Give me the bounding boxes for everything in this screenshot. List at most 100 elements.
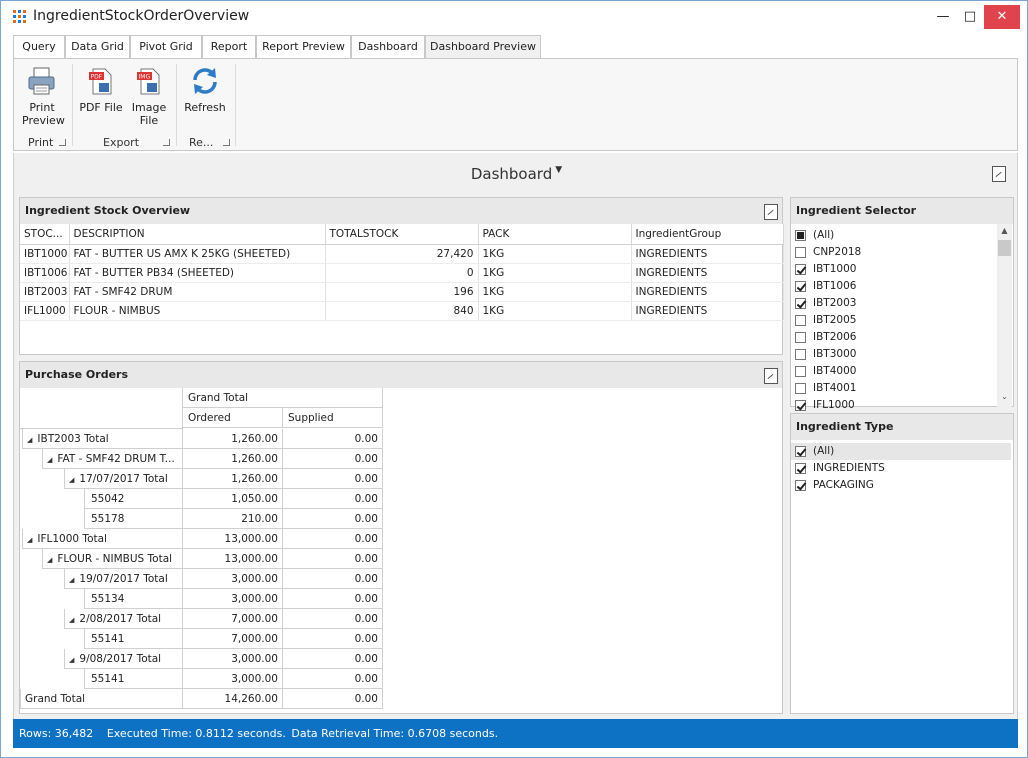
ingredient-type-item-label: INGREDIENTS	[813, 462, 885, 474]
collapse-icon[interactable]: ◢	[69, 570, 74, 588]
pivot-row-group-header[interactable]: ◢ 19/07/2017 Total	[64, 569, 183, 589]
print-group-launcher-icon[interactable]	[59, 139, 66, 146]
cell-pack: 1KG	[478, 263, 632, 283]
ingredient-selector-item-label: IBT3000	[813, 348, 857, 360]
ingredient-selector-item[interactable]: IBT1000	[795, 261, 995, 278]
checkbox[interactable]	[795, 315, 806, 326]
ingredient-type-item[interactable]: INGREDIENTS	[795, 460, 995, 477]
status-executed-time: Executed Time: 0.8112 seconds.	[106, 727, 286, 740]
ingredient-selector-item[interactable]: IBT4001	[795, 380, 995, 397]
scroll-down-icon[interactable]: ⌄	[997, 390, 1012, 404]
svg-text:PDF: PDF	[91, 74, 103, 81]
pivot-row-group-header[interactable]: ◢ 2/08/2017 Total	[64, 609, 183, 629]
pivot-row-group-header[interactable]: ◢ FAT - SMF42 DRUM T...	[42, 449, 183, 469]
ingredient-selector-item[interactable]: IBT2005	[795, 312, 995, 329]
collapse-icon[interactable]: ◢	[69, 470, 74, 488]
column-header-ingredientgroup[interactable]: IngredientGroup	[631, 224, 784, 245]
tab-pivot-grid[interactable]: Pivot Grid	[130, 35, 202, 58]
collapse-icon[interactable]: ◢	[69, 610, 74, 628]
tab-report-preview[interactable]: Report Preview	[256, 35, 351, 58]
ingredient-selector-item[interactable]: IFL1000	[795, 397, 995, 414]
tab-report[interactable]: Report	[202, 35, 256, 58]
tab-query[interactable]: Query	[13, 35, 65, 58]
export-group-launcher-icon[interactable]	[163, 139, 170, 146]
checkbox[interactable]	[795, 247, 806, 258]
ingredient-selector-item[interactable]: IBT3000	[795, 346, 995, 363]
pivot-ordered-header[interactable]: Ordered	[182, 408, 283, 428]
purchase-orders-export-icon[interactable]	[764, 368, 778, 384]
pivot-row-header: Grand Total	[20, 689, 183, 709]
ingredient-selector-item[interactable]: IBT1006	[795, 278, 995, 295]
pivot-row-group-header[interactable]: ◢ FLOUR - NIMBUS Total	[42, 549, 183, 569]
title-bar: IngredientStockOrderOverview — □ ✕	[1, 1, 1027, 33]
ingredient-selector-item[interactable]: IBT2006	[795, 329, 995, 346]
table-row[interactable]: IBT1000 FAT - BUTTER US AMX K 25KG (SHEE…	[20, 244, 784, 264]
ingredient-selector-item[interactable]: CNP2018	[795, 244, 995, 261]
column-header-description[interactable]: DESCRIPTION	[69, 224, 326, 245]
collapse-icon[interactable]: ◢	[47, 450, 52, 468]
pdf-file-button[interactable]: PDF PDF File	[78, 65, 124, 114]
tab-dashboard[interactable]: Dashboard	[351, 35, 425, 58]
ingredient-selector-item-label: IBT2003	[813, 297, 857, 309]
scroll-thumb[interactable]	[998, 240, 1011, 256]
pivot-grand-total-header[interactable]: Grand Total	[182, 388, 383, 408]
table-row[interactable]: IFL1000 FLOUR - NIMBUS 840 1KG INGREDIEN…	[20, 301, 784, 321]
collapse-icon[interactable]: ◢	[27, 430, 32, 448]
app-window: IngredientStockOrderOverview — □ ✕ Query…	[0, 0, 1028, 758]
checkbox[interactable]	[795, 400, 806, 411]
stock-overview-export-icon[interactable]	[764, 204, 778, 220]
cell-ingredient-group: INGREDIENTS	[631, 244, 784, 264]
column-header-totalstock[interactable]: TOTALSTOCK	[325, 224, 479, 245]
pivot-cell-ordered: 1,260.00	[182, 449, 283, 469]
pivot-row-group-header[interactable]: ◢ IFL1000 Total	[22, 529, 183, 549]
pivot-row-header: 55134	[84, 589, 183, 609]
ingredient-selector-item[interactable]: (All)	[795, 227, 995, 244]
pivot-row-group-header[interactable]: ◢ 9/08/2017 Total	[64, 649, 183, 669]
refresh-button[interactable]: Refresh	[182, 65, 228, 114]
checkbox[interactable]	[795, 366, 806, 377]
ingredient-type-item[interactable]: PACKAGING	[795, 477, 995, 494]
pivot-cell-ordered: 7,000.00	[182, 629, 283, 649]
checkbox[interactable]	[795, 480, 806, 491]
collapse-icon[interactable]: ◢	[27, 530, 32, 548]
filter-icon[interactable]: ▼	[555, 165, 562, 175]
collapse-icon[interactable]: ◢	[47, 550, 52, 568]
tab-data-grid[interactable]: Data Grid	[65, 35, 130, 58]
pivot-cell-supplied: 0.00	[283, 649, 383, 669]
status-rows: Rows: 36,482	[19, 727, 94, 740]
tab-dashboard-preview[interactable]: Dashboard Preview	[425, 35, 541, 59]
checkbox[interactable]	[795, 298, 806, 309]
pivot-supplied-header[interactable]: Supplied	[282, 408, 383, 428]
image-file-button[interactable]: IMG Image File	[128, 65, 170, 127]
pivot-row-label: FLOUR - NIMBUS Total	[57, 553, 173, 565]
ingredient-selector-scrollbar[interactable]: ▲ ⌄	[997, 224, 1012, 408]
minimize-button[interactable]: —	[929, 5, 957, 29]
checkbox[interactable]	[795, 281, 806, 292]
pivot-row-group-header[interactable]: ◢ 17/07/2017 Total	[64, 469, 183, 489]
pivot-cell-supplied: 0.00	[283, 549, 383, 569]
checkbox[interactable]	[795, 446, 806, 457]
checkbox[interactable]	[795, 349, 806, 360]
collapse-icon[interactable]: ◢	[69, 650, 74, 668]
column-header-pack[interactable]: PACK	[478, 224, 632, 245]
ingredient-selector-item[interactable]: IBT4000	[795, 363, 995, 380]
checkbox[interactable]	[795, 463, 806, 474]
checkbox[interactable]	[795, 264, 806, 275]
checkbox[interactable]	[795, 383, 806, 394]
ingredient-type-item[interactable]: (All)	[791, 443, 1011, 460]
table-row[interactable]: IBT1006 FAT - BUTTER PB34 (SHEETED) 0 1K…	[20, 263, 784, 283]
dashboard-export-icon[interactable]	[992, 166, 1006, 182]
ingredient-selector-item[interactable]: IBT2003	[795, 295, 995, 312]
print-preview-button[interactable]: Print Preview	[22, 65, 65, 127]
column-header-stock[interactable]: STOC...	[20, 224, 70, 245]
ingredient-selector-item-label: IBT4001	[813, 382, 857, 394]
refresh-group-launcher-icon[interactable]	[223, 139, 230, 146]
scroll-up-icon[interactable]: ▲	[997, 224, 1012, 238]
maximize-button[interactable]: □	[956, 5, 984, 29]
checkbox[interactable]	[795, 230, 806, 241]
cell-description: FAT - BUTTER US AMX K 25KG (SHEETED)	[69, 244, 326, 264]
pivot-row-group-header[interactable]: ◢ IBT2003 Total	[22, 429, 183, 449]
close-button[interactable]: ✕	[984, 5, 1020, 29]
checkbox[interactable]	[795, 332, 806, 343]
table-row[interactable]: IBT2003 FAT - SMF42 DRUM 196 1KG INGREDI…	[20, 282, 784, 302]
